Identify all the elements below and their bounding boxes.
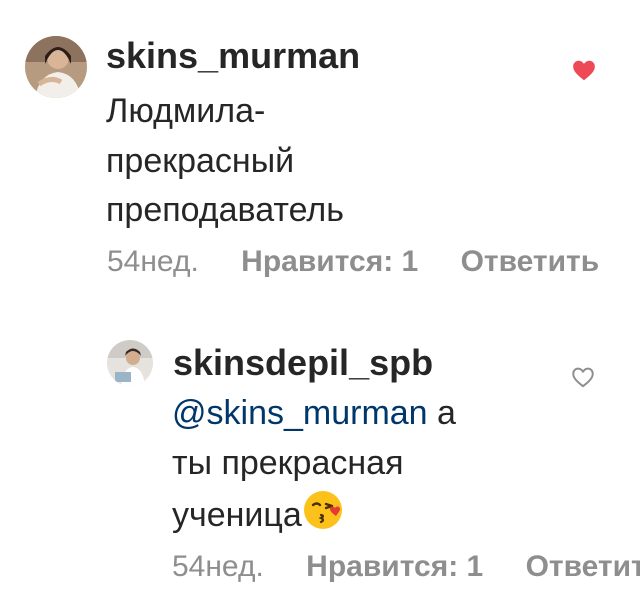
comment-text: @skins_murman а ты прекрасная ученица xyxy=(172,389,456,547)
comment-text-line: Людмила- xyxy=(106,92,266,130)
kissing-face-icon xyxy=(302,488,346,547)
comment-text-line: прекрасный xyxy=(106,141,295,180)
username[interactable]: skinsdepil_spb xyxy=(173,342,433,384)
comment-meta: 54нед. Нравится: 1 Ответить xyxy=(172,550,640,584)
comment-text-line: ученица xyxy=(172,488,456,547)
comment-text: Людмила- прекрасный преподаватель xyxy=(106,87,344,236)
comment-text-fragment: ученица xyxy=(172,496,302,535)
comment-text-line: преподаватель xyxy=(106,191,344,230)
heart-filled-icon[interactable] xyxy=(571,57,597,83)
likes-count[interactable]: Нравится: 1 xyxy=(306,550,483,583)
username[interactable]: skins_murman xyxy=(106,35,360,77)
likes-count[interactable]: Нравится: 1 xyxy=(241,245,418,278)
avatar[interactable] xyxy=(25,36,87,98)
comment-text-line: @skins_murman а xyxy=(172,389,456,439)
heart-outline-icon[interactable] xyxy=(570,364,596,390)
reply-button[interactable]: Ответить xyxy=(526,550,640,583)
avatar[interactable] xyxy=(107,340,153,386)
comment-text-fragment: а xyxy=(427,394,456,432)
reply-button[interactable]: Ответить xyxy=(461,245,600,278)
timestamp: 54нед. xyxy=(172,550,264,583)
comment-text-line: ты прекрасная xyxy=(172,443,404,482)
timestamp: 54нед. xyxy=(107,245,199,278)
mention-link[interactable]: @skins_murman xyxy=(172,394,428,432)
comment-meta: 54нед. Нравится: 1 Ответить xyxy=(107,245,633,279)
